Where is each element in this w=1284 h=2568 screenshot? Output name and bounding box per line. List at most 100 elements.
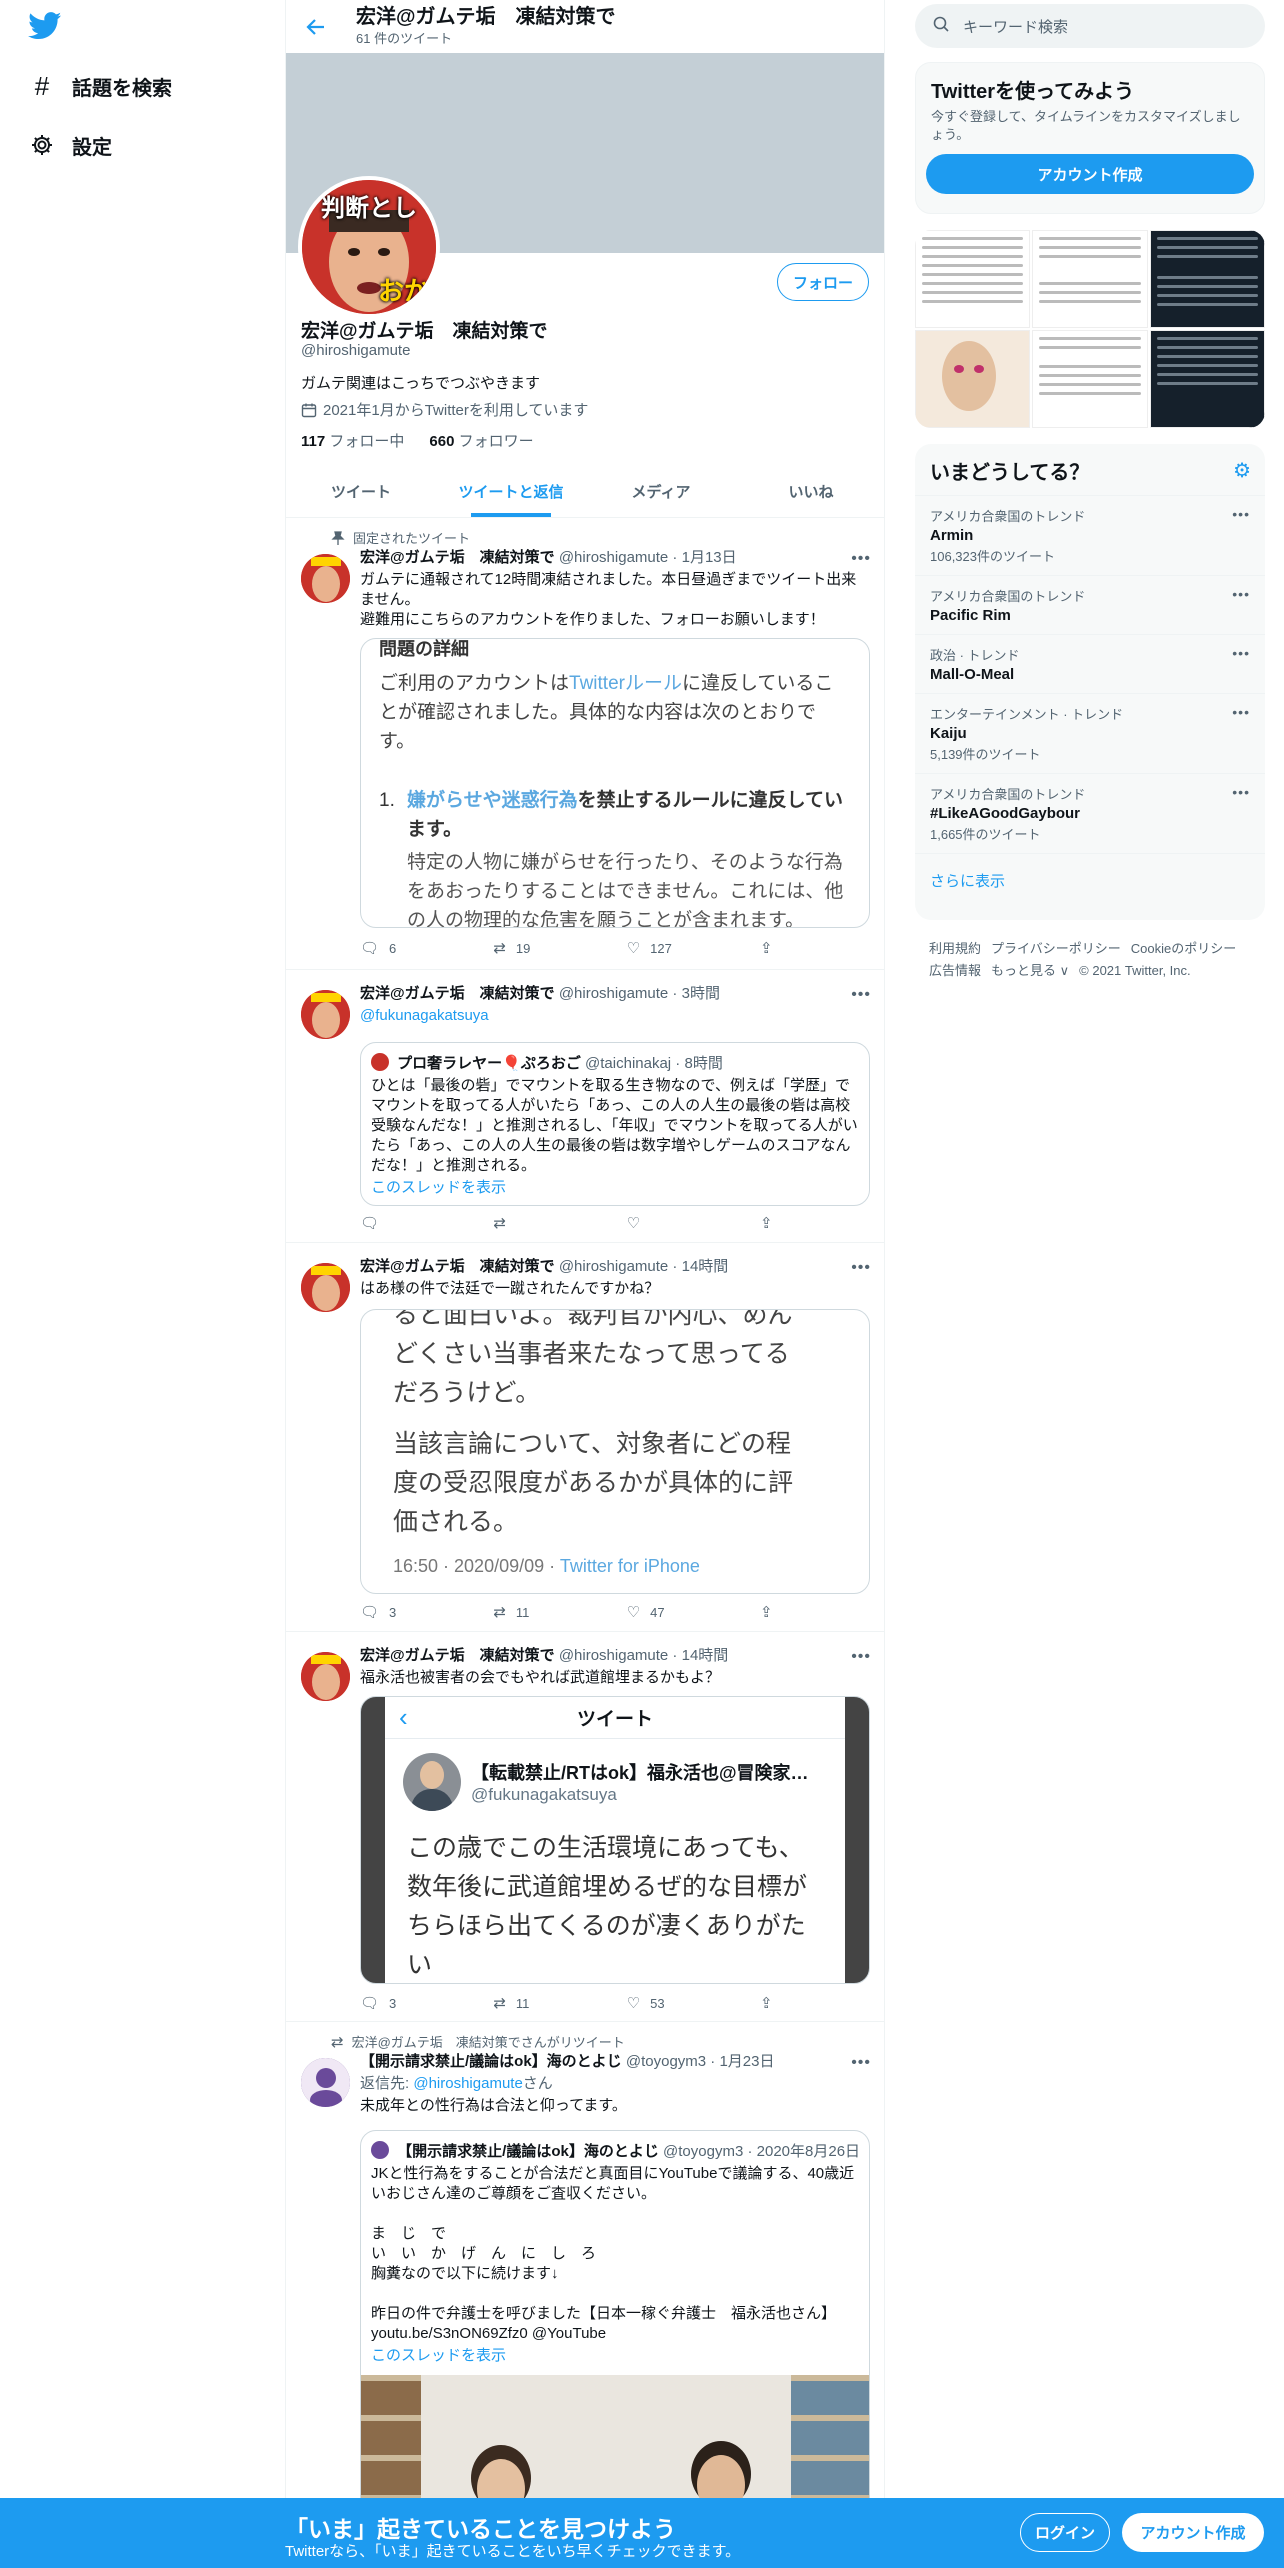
- nav-settings[interactable]: 設定: [28, 125, 112, 165]
- tweet-avatar[interactable]: [301, 1652, 350, 1701]
- like-button[interactable]: ♡: [627, 1214, 727, 1232]
- tweet-author-handle[interactable]: @toyogym3: [626, 2053, 706, 2070]
- retweet-button[interactable]: ⇄ 11: [493, 1994, 593, 2012]
- trend-item[interactable]: 政治 · トレンド Mall-O-Meal •••: [915, 634, 1265, 693]
- create-account-button[interactable]: アカウント作成: [926, 154, 1254, 194]
- followers-link[interactable]: 660 フォロワー: [429, 433, 533, 450]
- more-icon[interactable]: •••: [851, 1259, 871, 1277]
- more-icon[interactable]: •••: [1232, 506, 1250, 522]
- media-thumb[interactable]: [915, 330, 1031, 428]
- more-icon[interactable]: •••: [1232, 704, 1250, 720]
- tweet-author-name[interactable]: 宏洋@ガムテ垢 凍結対策で: [360, 1647, 555, 1664]
- tweet-author-handle[interactable]: @hiroshigamute: [559, 549, 668, 566]
- tweet-mention[interactable]: @fukunagakatsuya: [360, 1006, 871, 1026]
- tweet-author-handle[interactable]: @hiroshigamute: [559, 985, 668, 1002]
- footer-ads[interactable]: 広告情報: [929, 963, 981, 978]
- show-more-link[interactable]: さらに表示: [915, 853, 1265, 907]
- back-arrow-icon[interactable]: [296, 7, 336, 47]
- trend-category: 政治 · トレンド: [930, 648, 1020, 663]
- media-thumb[interactable]: [915, 230, 1031, 328]
- tweet-time[interactable]: 14時間: [682, 1647, 729, 1664]
- trend-item[interactable]: アメリカ合衆国のトレンド Armin 106,323件のツイート •••: [915, 495, 1265, 575]
- tweet-time[interactable]: 14時間: [682, 1258, 729, 1275]
- twitter-logo-icon[interactable]: [28, 12, 64, 42]
- follow-button[interactable]: フォロー: [777, 263, 869, 301]
- tab-tweets-and-replies[interactable]: ツイートと返信: [436, 465, 586, 517]
- tweet-time[interactable]: 1月13日: [682, 549, 737, 566]
- quoted-time: 2020年8月26日: [756, 2143, 861, 2160]
- tweet-author-handle[interactable]: @hiroshigamute: [559, 1258, 668, 1275]
- tweet-time[interactable]: 1月23日: [719, 2053, 774, 2070]
- media-thumb[interactable]: [1149, 330, 1265, 428]
- footer-more[interactable]: もっと見る ∨: [991, 963, 1069, 978]
- media-thumb[interactable]: [1149, 230, 1265, 328]
- more-icon[interactable]: •••: [851, 2054, 871, 2072]
- trend-item[interactable]: エンターテインメント · トレンド Kaiju 5,139件のツイート •••: [915, 693, 1265, 773]
- tweet-court[interactable]: 宏洋@ガムテ垢 凍結対策で @hiroshigamute · 14時間 はあ様の…: [286, 1243, 884, 1632]
- tweet-body: 【開示請求禁止/議論はok】海のとよじ @toyogym3 · 1月23日 返信…: [360, 2052, 871, 2116]
- like-button[interactable]: ♡ 53: [627, 1994, 727, 2012]
- tweet-context: ⇄ 宏洋@ガムテ垢 凍結対策でさんがリツイート: [331, 2032, 625, 2051]
- reply-button[interactable]: 🗨: [360, 1214, 460, 1232]
- tweet-reply[interactable]: 宏洋@ガムテ垢 凍結対策で @hiroshigamute · 3時間 @fuku…: [286, 970, 884, 1243]
- like-button[interactable]: ♡ 47: [627, 1603, 727, 1621]
- tweet-pinned[interactable]: 固定されたツイート 宏洋@ガムテ垢 凍結対策で @hiroshigamute ·…: [286, 518, 884, 970]
- tweet-author-handle[interactable]: @hiroshigamute: [559, 1647, 668, 1664]
- footer-terms[interactable]: 利用規約: [929, 941, 981, 956]
- more-icon[interactable]: •••: [851, 986, 871, 1004]
- reply-button[interactable]: 🗨 3: [360, 1994, 460, 2012]
- tweet-media-image[interactable]: ると面白いよ。裁判官か内心、めん どくさい当事者来たなって思ってる だろうけど。…: [360, 1309, 870, 1594]
- footer-privacy[interactable]: プライバシーポリシー: [991, 941, 1121, 956]
- gear-icon[interactable]: ⚙: [1233, 458, 1251, 483]
- signup-button[interactable]: アカウント作成: [1122, 2513, 1264, 2552]
- tweet-avatar[interactable]: [301, 554, 350, 603]
- retweet-button[interactable]: ⇄ 19: [493, 939, 593, 957]
- tab-likes[interactable]: いいね: [736, 465, 884, 517]
- following-link[interactable]: 117 フォロー中: [301, 433, 404, 450]
- share-button[interactable]: ⇪: [760, 1214, 780, 1232]
- tweet-avatar[interactable]: [301, 1263, 350, 1312]
- tweet-author-name[interactable]: 宏洋@ガムテ垢 凍結対策で: [360, 985, 555, 1002]
- media-thumb[interactable]: [1032, 330, 1148, 428]
- retweet-button[interactable]: ⇄ 11: [493, 1603, 593, 1621]
- quoted-tweet[interactable]: プロ奢ラレヤー🎈ぷろおご @taichinakaj · 8時間 ひとは「最後の砦…: [360, 1042, 870, 1206]
- tweet-avatar[interactable]: [301, 2058, 350, 2107]
- more-icon[interactable]: •••: [1232, 586, 1250, 602]
- tweet-time[interactable]: 3時間: [682, 985, 720, 1002]
- retweet-button[interactable]: ⇄: [493, 1214, 593, 1232]
- trend-item[interactable]: アメリカ合衆国のトレンド #LikeAGoodGaybour 1,665件のツイ…: [915, 773, 1265, 853]
- login-button[interactable]: ログイン: [1020, 2513, 1110, 2552]
- bottom-bar-title: 「いま」起きていることを見つけよう: [285, 2516, 676, 2542]
- reply-button[interactable]: 🗨 6: [360, 939, 460, 957]
- show-thread-link[interactable]: このスレッドを表示: [371, 2346, 859, 2366]
- footer-cookies[interactable]: Cookieのポリシー: [1131, 941, 1236, 956]
- reply-button[interactable]: 🗨 3: [360, 1603, 460, 1621]
- trend-item[interactable]: アメリカ合衆国のトレンド Pacific Rim •••: [915, 575, 1265, 634]
- more-icon[interactable]: •••: [1232, 645, 1250, 661]
- more-icon[interactable]: •••: [1232, 784, 1250, 800]
- tweet-text: 未成年との性行為は合法と仰ってます。: [360, 2097, 627, 2114]
- show-thread-link[interactable]: このスレッドを表示: [371, 1178, 859, 1198]
- tweet-budokan[interactable]: 宏洋@ガムテ垢 凍結対策で @hiroshigamute · 14時間 福永活也…: [286, 1632, 884, 2022]
- tweet-media-image[interactable]: ‹ ツイート 【転載禁止/RTはok】福永活也@冒険家… @fukunagaka…: [360, 1696, 870, 1984]
- share-button[interactable]: ⇪: [760, 1994, 780, 2012]
- tweet-author-name[interactable]: 【開示請求禁止/議論はok】海のとよじ: [360, 2053, 622, 2070]
- bottom-bar-subtitle: Twitterなら、「いま」起きていることをいち早くチェックできます。: [285, 2543, 741, 2560]
- nav-explore[interactable]: # 話題を検索: [28, 66, 172, 106]
- tweet-author-name[interactable]: 宏洋@ガムテ垢 凍結対策で: [360, 1258, 555, 1275]
- like-button[interactable]: ♡ 127: [627, 939, 727, 957]
- tab-tweets[interactable]: ツイート: [286, 465, 436, 517]
- reply-to-handle[interactable]: @hiroshigamute: [413, 2075, 522, 2092]
- more-icon[interactable]: •••: [851, 550, 871, 568]
- tweet-avatar[interactable]: [301, 990, 350, 1039]
- share-button[interactable]: ⇪: [760, 939, 780, 957]
- tab-media[interactable]: メディア: [586, 465, 736, 517]
- profile-avatar[interactable]: 判断とし おか: [298, 176, 440, 318]
- share-button[interactable]: ⇪: [760, 1603, 780, 1621]
- search-input[interactable]: キーワード検索: [915, 4, 1265, 48]
- tweet-author-name[interactable]: 宏洋@ガムテ垢 凍結対策で: [360, 549, 555, 566]
- media-thumb[interactable]: [1032, 230, 1148, 328]
- tweet-retweeted[interactable]: ⇄ 宏洋@ガムテ垢 凍結対策でさんがリツイート 【開示請求禁止/議論はok】海の…: [286, 2022, 884, 2568]
- more-icon[interactable]: •••: [851, 1648, 871, 1666]
- tweet-media-image[interactable]: 問題の詳細 ご利用のアカウントはTwitterルールに違反していることが確認され…: [360, 638, 870, 928]
